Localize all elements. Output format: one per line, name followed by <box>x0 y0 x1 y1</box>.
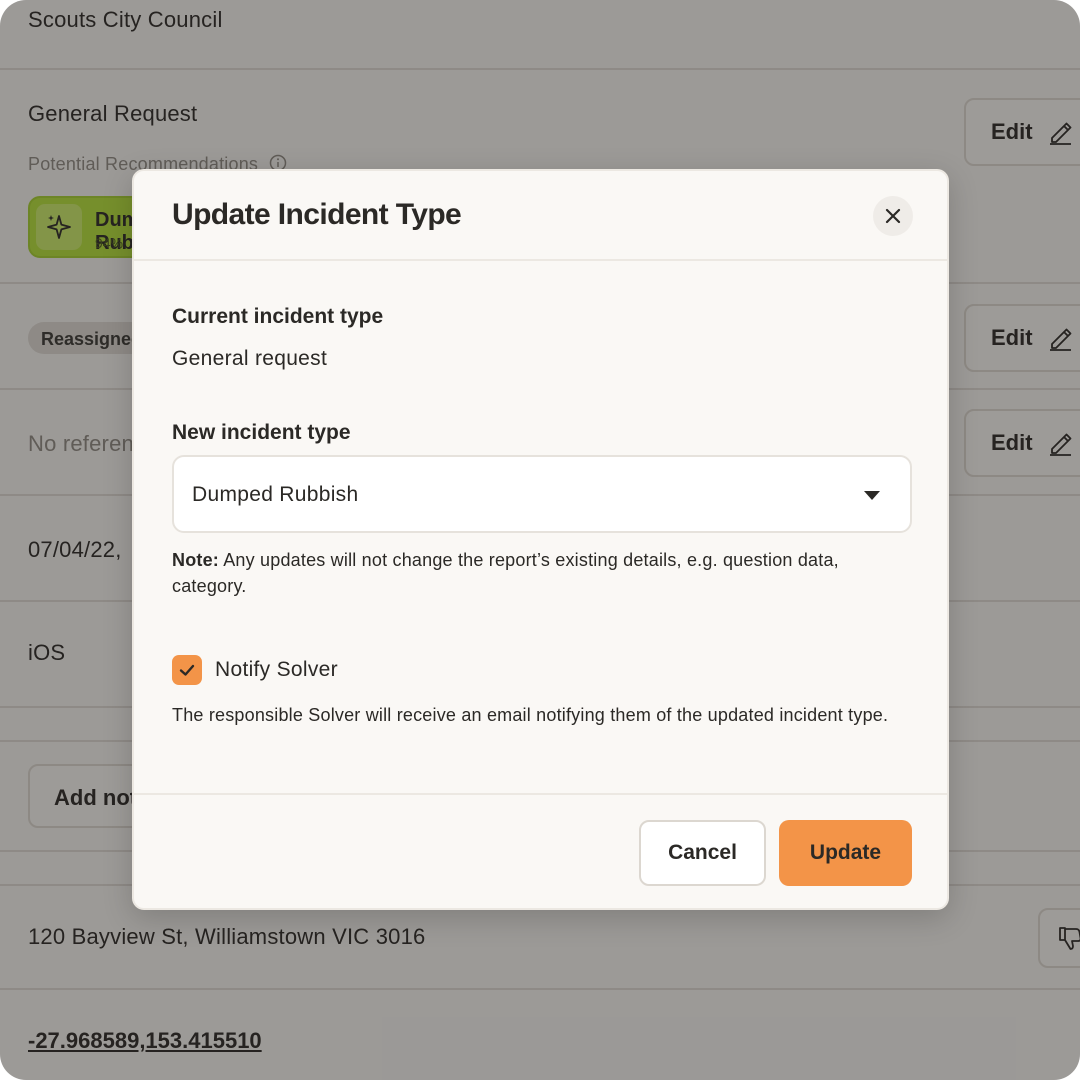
incident-type-select-value: Dumped Rubbish <box>192 483 359 506</box>
update-incident-type-modal: Update Incident Type Current incident ty… <box>132 169 949 910</box>
modal-footer-divider <box>134 793 947 795</box>
modal-title: Update Incident Type <box>172 198 462 231</box>
incident-type-select[interactable]: Dumped Rubbish <box>172 455 912 533</box>
notify-solver-checkbox[interactable] <box>172 655 202 685</box>
notify-helper-text: The responsible Solver will receive an e… <box>172 705 889 725</box>
update-note: Note: Any updates will not change the re… <box>172 547 912 599</box>
modal-header: Update Incident Type <box>134 171 947 261</box>
close-button[interactable] <box>873 196 913 236</box>
report-detail-page: Scouts City Council General Request Pote… <box>0 0 1080 1080</box>
note-prefix: Note: <box>172 550 219 570</box>
update-button[interactable]: Update <box>779 820 912 886</box>
caret-down-icon <box>864 491 880 500</box>
note-text: Any updates will not change the report’s… <box>172 550 839 596</box>
notify-solver-label[interactable]: Notify Solver <box>215 658 338 682</box>
cancel-button[interactable]: Cancel <box>639 820 766 886</box>
check-icon <box>179 664 195 676</box>
new-type-label: New incident type <box>172 421 351 444</box>
current-type-value: General request <box>172 347 328 370</box>
current-type-label: Current incident type <box>172 305 384 328</box>
close-icon <box>885 208 901 224</box>
